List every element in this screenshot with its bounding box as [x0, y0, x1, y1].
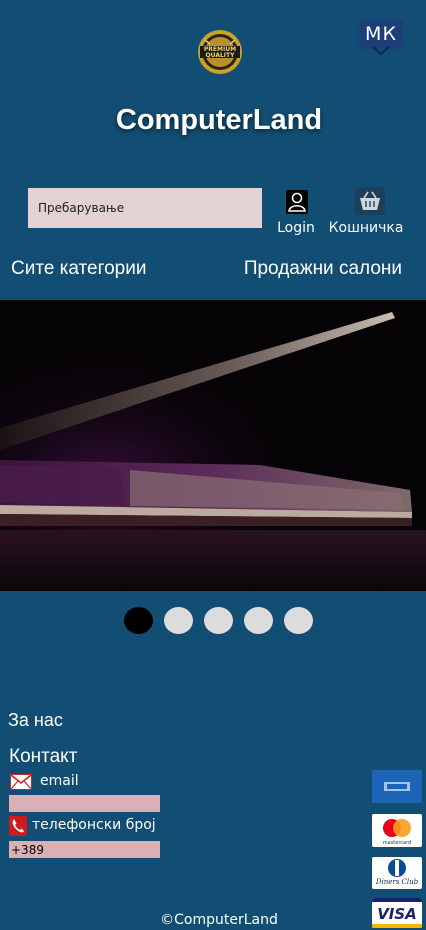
- phone-field[interactable]: [9, 841, 160, 858]
- carousel-dot[interactable]: [244, 607, 273, 634]
- diners-club-icon: Diners Club: [372, 857, 422, 889]
- cart-link[interactable]: Кошничка: [326, 220, 406, 236]
- basket-icon[interactable]: [355, 187, 385, 215]
- envelope-icon: [10, 774, 32, 790]
- svg-text:QUALITY: QUALITY: [206, 52, 236, 59]
- user-icon[interactable]: [286, 190, 308, 214]
- nav-all-categories[interactable]: Сите категории: [11, 258, 146, 280]
- login-link[interactable]: Login: [270, 220, 322, 236]
- copyright: ©ComputerLand: [160, 912, 278, 928]
- mastercard-text: mastercard: [383, 840, 411, 846]
- nav-stores[interactable]: Продажни салони: [244, 258, 402, 280]
- premium-quality-seal-icon: PREMIUM QUALITY: [198, 30, 242, 74]
- chevron-down-icon: [372, 46, 390, 55]
- email-field[interactable]: [9, 795, 160, 812]
- carousel-dot[interactable]: [124, 607, 153, 634]
- amex-card-icon: [372, 770, 422, 803]
- hero-banner-image[interactable]: [0, 300, 426, 591]
- carousel-dot[interactable]: [164, 607, 193, 634]
- phone-icon: [9, 816, 27, 836]
- language-switch[interactable]: МК: [359, 19, 403, 49]
- email-label: email: [40, 773, 79, 789]
- mastercard-icon: mastercard: [372, 814, 422, 847]
- language-label: МК: [365, 23, 397, 45]
- search-input[interactable]: [28, 188, 262, 228]
- about-link[interactable]: За нас: [8, 710, 63, 731]
- phone-label: телефонски број: [32, 817, 156, 833]
- carousel-dots: [124, 607, 313, 634]
- brand-title[interactable]: ComputerLand: [0, 104, 426, 137]
- diners-text: Diners Club: [375, 878, 419, 886]
- contact-heading: Контакт: [9, 746, 78, 767]
- laptop-photo: [0, 300, 426, 591]
- carousel-dot[interactable]: [204, 607, 233, 634]
- carousel-dot[interactable]: [284, 607, 313, 634]
